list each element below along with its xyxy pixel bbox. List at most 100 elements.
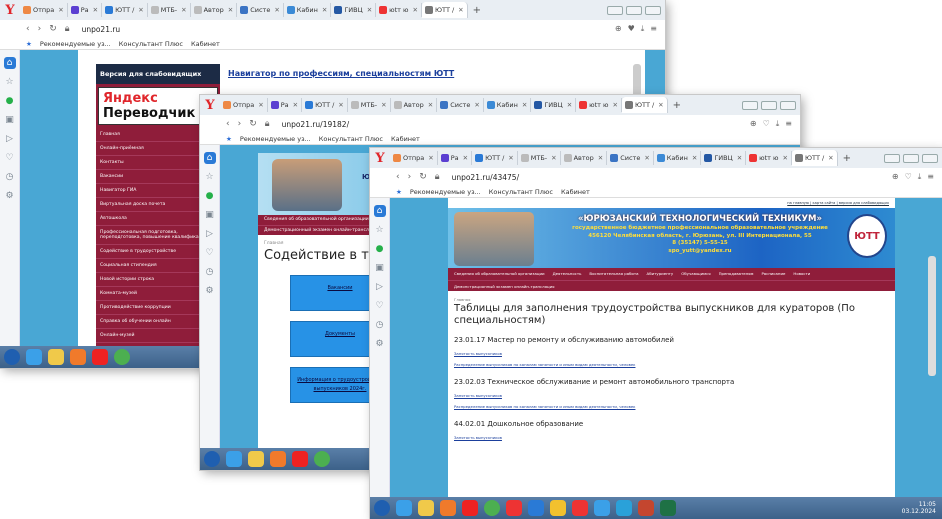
explorer-icon[interactable] [418, 500, 434, 516]
maximize-button[interactable] [903, 153, 919, 163]
explorer-icon[interactable] [248, 451, 264, 467]
tab-active[interactable]: ЮТТ / ✕ [791, 150, 838, 166]
reload-icon[interactable]: ↻ [49, 24, 57, 34]
start-button[interactable] [4, 349, 20, 365]
app-icon[interactable] [462, 500, 478, 516]
bookmark-item[interactable]: Рекомендуемые уз... [240, 135, 311, 143]
back-icon[interactable]: ‹ [226, 119, 230, 129]
forward-icon[interactable]: › [38, 24, 42, 34]
download-icon[interactable]: ⤓ [641, 24, 645, 34]
minimize-button[interactable] [607, 5, 623, 15]
menu-item[interactable]: Расписание [761, 271, 785, 277]
history-icon[interactable]: ◷ [4, 171, 16, 183]
history-icon[interactable]: ◷ [204, 266, 216, 278]
home-icon[interactable]: ⌂ [3, 57, 16, 69]
tab[interactable]: Ра ✕ [268, 98, 303, 112]
home-icon[interactable]: ⌂ [203, 152, 216, 164]
start-button[interactable] [204, 451, 220, 467]
chrome-icon[interactable] [114, 349, 130, 365]
heart-icon[interactable]: ♡ [374, 300, 386, 312]
tab[interactable]: Ра ✕ [68, 3, 103, 17]
tab[interactable]: ЮТТ / ✕ [302, 98, 348, 112]
new-tab-button[interactable]: + [668, 100, 686, 111]
bookmark-item[interactable]: Кабинет [561, 188, 590, 196]
tab[interactable]: Кабин ✕ [484, 98, 532, 112]
tab[interactable]: Систе ✕ [437, 98, 484, 112]
favorite-icon[interactable]: ☆ [4, 76, 16, 88]
close-button[interactable] [645, 5, 661, 15]
favorite-icon[interactable]: ☆ [374, 224, 386, 236]
download-icon[interactable]: ⤓ [918, 172, 922, 182]
extensions-icon[interactable]: ⊕ [615, 24, 622, 34]
menu-item[interactable]: Сведения об образовательной организации [454, 271, 545, 277]
document-link[interactable]: Распределение выпускников по каналам зан… [448, 359, 895, 370]
tab[interactable]: Систе ✕ [607, 151, 654, 165]
tab[interactable]: Систе ✕ [237, 3, 284, 17]
menu-item[interactable]: Абитуриенту [647, 271, 674, 277]
settings-icon[interactable]: ⚙ [204, 285, 216, 297]
tab[interactable]: Автор ✕ [391, 98, 438, 112]
app-icon[interactable] [594, 500, 610, 516]
menu-item[interactable]: Обучающимся [681, 271, 710, 277]
app-icon[interactable] [528, 500, 544, 516]
tab[interactable]: МТБ- ✕ [518, 151, 561, 165]
tab[interactable]: Автор ✕ [191, 3, 238, 17]
system-clock[interactable]: 11:05 03.12.2024 [902, 501, 942, 515]
tab[interactable]: МТБ- ✕ [148, 3, 191, 17]
site-menu-row[interactable]: Демонстрационный экзамен онлайн-трансляц… [448, 280, 895, 291]
bookmark-item[interactable]: Рекомендуемые уз... [40, 40, 111, 48]
excel-icon[interactable] [660, 500, 676, 516]
media-icon[interactable] [440, 500, 456, 516]
yandex-browser-icon[interactable]: Y [200, 95, 220, 115]
document-link[interactable]: Занятость выпускников [448, 390, 895, 401]
tab[interactable]: ГИВЦ ✕ [701, 151, 747, 165]
bookmark-icon[interactable]: ♡ [763, 119, 770, 129]
maximize-button[interactable] [626, 5, 642, 15]
bookmark-icon[interactable]: ♥ [628, 24, 635, 34]
minimize-button[interactable] [884, 153, 900, 163]
bookmark-item[interactable]: Консультант Плюс [119, 40, 183, 48]
heart-icon[interactable]: ♡ [4, 152, 16, 164]
minimize-button[interactable] [742, 100, 758, 110]
telegram-icon[interactable]: ▣ [4, 114, 16, 126]
opera-icon[interactable] [572, 500, 588, 516]
settings-icon[interactable]: ⚙ [4, 190, 16, 202]
forward-icon[interactable]: › [238, 119, 242, 129]
app-icon[interactable] [92, 349, 108, 365]
new-tab-button[interactable]: + [838, 153, 856, 164]
top-links[interactable]: на главную | карта сайта | версия для сл… [448, 198, 895, 208]
close-button[interactable] [922, 153, 938, 163]
app-icon[interactable] [506, 500, 522, 516]
extensions-icon[interactable]: ⊕ [892, 172, 899, 182]
telegram-icon[interactable] [616, 500, 632, 516]
breadcrumb[interactable]: Главная [448, 291, 895, 302]
tab[interactable]: Отпра ✕ [220, 98, 268, 112]
tab[interactable]: ГИВЦ ✕ [331, 3, 377, 17]
bookmark-icon[interactable]: ♡ [905, 172, 912, 182]
history-icon[interactable]: ◷ [374, 319, 386, 331]
ie-icon[interactable] [26, 349, 42, 365]
play-icon[interactable]: ▷ [4, 133, 16, 145]
reload-icon[interactable]: ↻ [419, 172, 427, 182]
whatsapp-icon[interactable]: ● [204, 190, 216, 202]
app-icon[interactable] [550, 500, 566, 516]
whatsapp-icon[interactable]: ● [4, 95, 16, 107]
tab[interactable]: Ра ✕ [438, 151, 473, 165]
telegram-icon[interactable]: ▣ [204, 209, 216, 221]
new-tab-button[interactable]: + [468, 5, 486, 16]
favorite-icon[interactable]: ☆ [204, 171, 216, 183]
reload-icon[interactable]: ↻ [249, 119, 257, 129]
tab[interactable]: МТБ- ✕ [348, 98, 391, 112]
powerpoint-icon[interactable] [638, 500, 654, 516]
bookmark-item[interactable]: Консультант Плюс [489, 188, 553, 196]
tab-active[interactable]: ЮТТ / ✕ [421, 2, 468, 18]
telegram-icon[interactable]: ▣ [374, 262, 386, 274]
settings-icon[interactable]: ⚙ [374, 338, 386, 350]
play-icon[interactable]: ▷ [374, 281, 386, 293]
back-icon[interactable]: ‹ [26, 24, 30, 34]
tab[interactable]: Кабин ✕ [284, 3, 332, 17]
media-icon[interactable] [270, 451, 286, 467]
tab[interactable]: юtт ю ✕ [746, 151, 792, 165]
whatsapp-icon[interactable]: ● [374, 243, 386, 255]
bookmark-item[interactable]: Кабинет [191, 40, 220, 48]
